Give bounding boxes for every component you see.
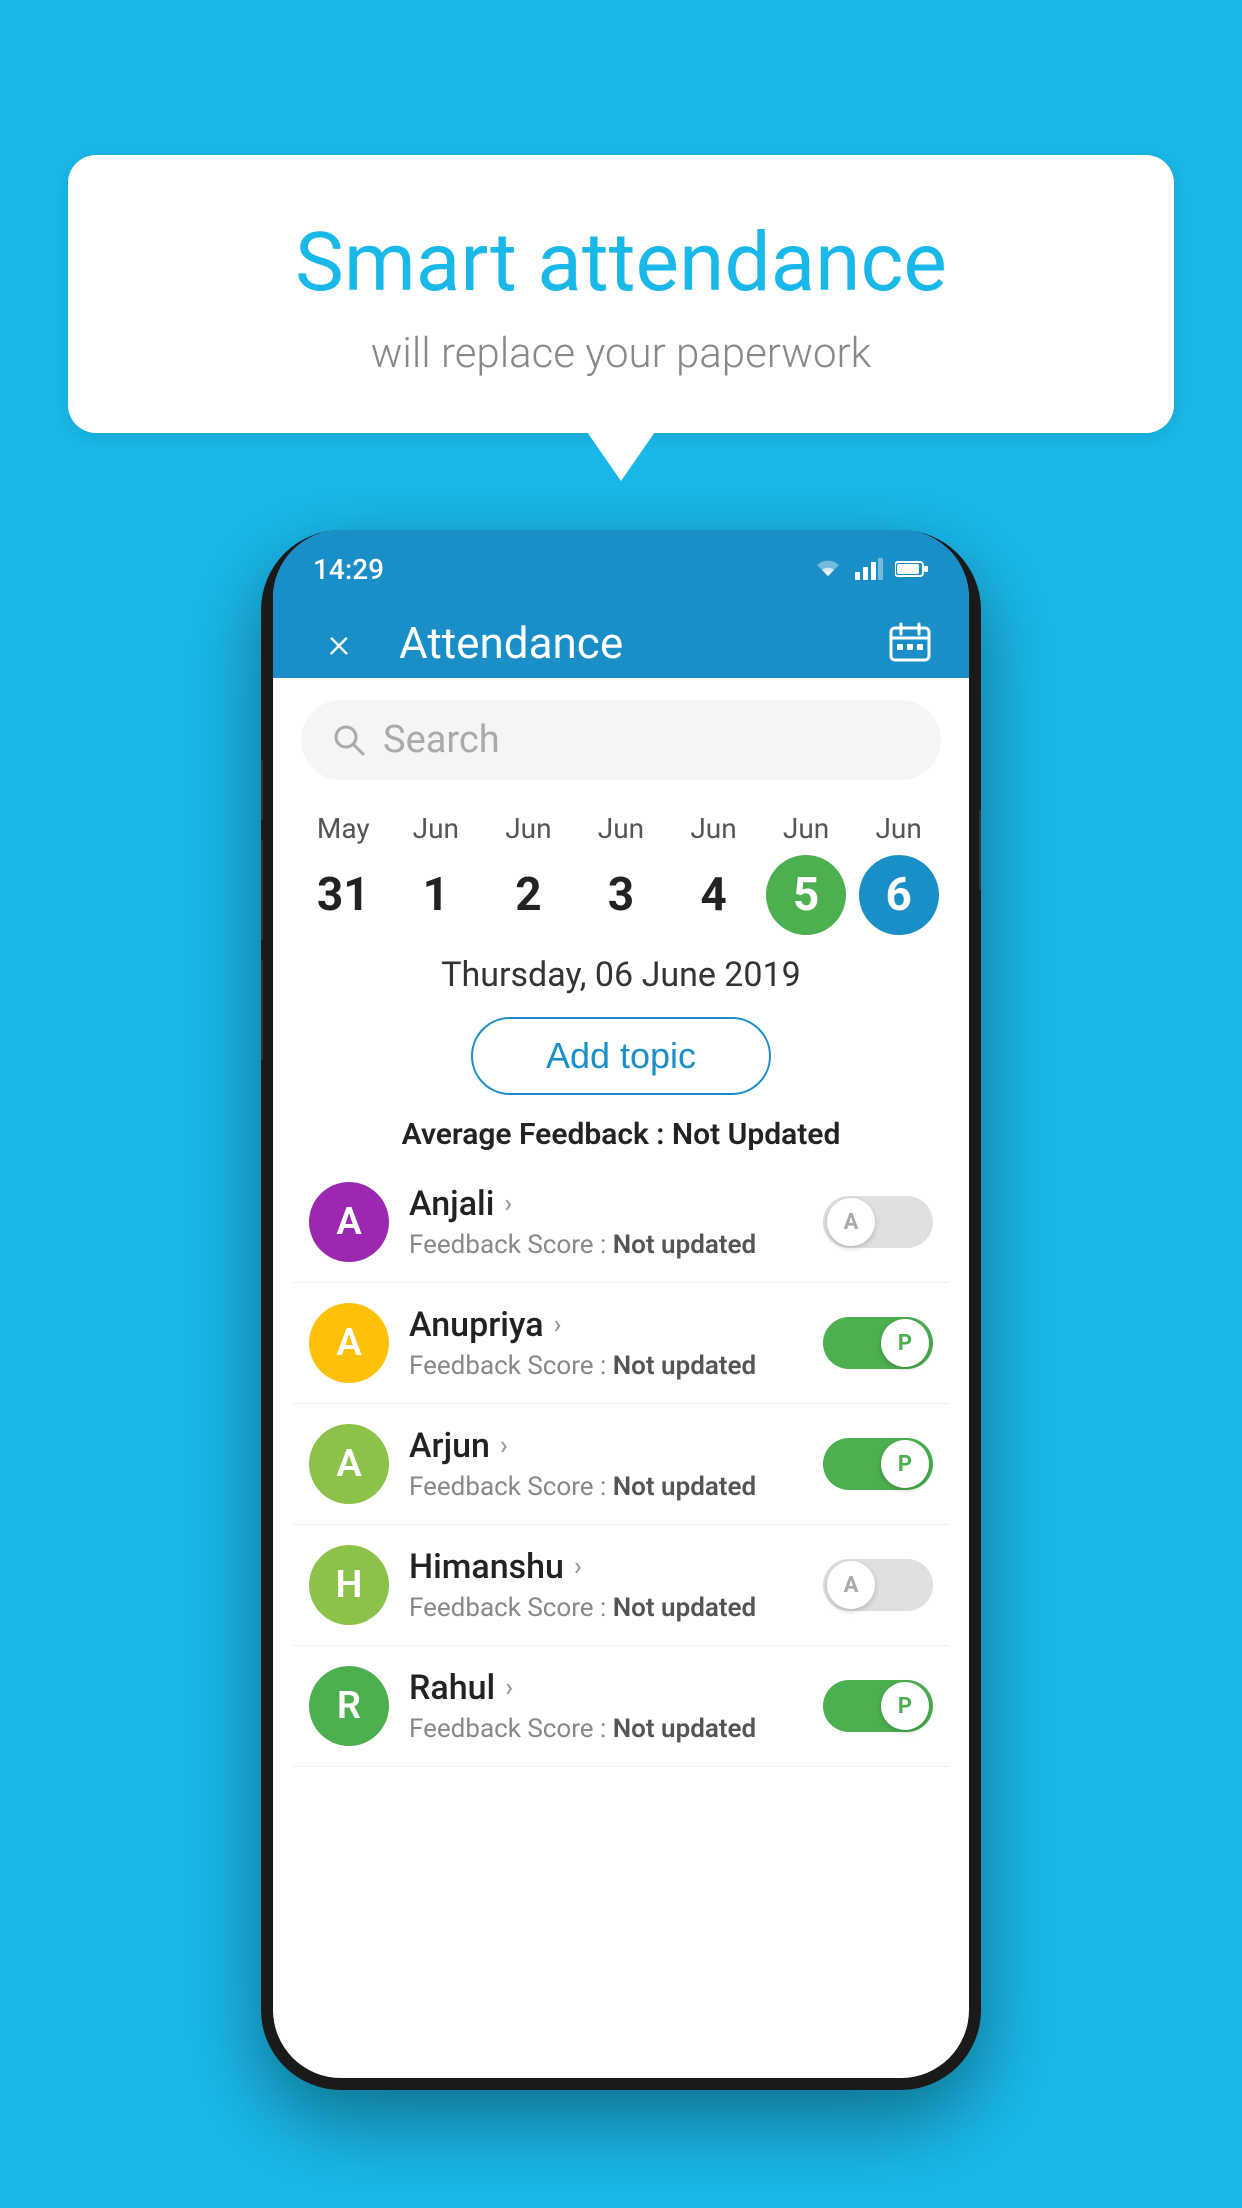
student-item-1: A Anupriya › Feedback Score : Not updated P	[293, 1283, 949, 1404]
student-feedback-1: Feedback Score : Not updated	[409, 1351, 803, 1381]
battery-icon	[895, 560, 929, 578]
calendar-date-2[interactable]: Jun2	[484, 812, 572, 935]
student-name-2[interactable]: Arjun ›	[409, 1426, 803, 1466]
student-feedback-2: Feedback Score : Not updated	[409, 1472, 803, 1502]
student-feedback-3: Feedback Score : Not updated	[409, 1593, 803, 1623]
close-button[interactable]: ×	[309, 619, 369, 668]
attendance-toggle-0[interactable]: A	[823, 1196, 933, 1248]
student-name-1[interactable]: Anupriya ›	[409, 1305, 803, 1345]
bubble-subtitle: will replace your paperwork	[108, 329, 1134, 378]
student-avatar-4: R	[309, 1666, 389, 1746]
calendar-date-5[interactable]: Jun5	[762, 812, 850, 935]
search-icon	[331, 722, 367, 758]
speech-bubble: Smart attendance will replace your paper…	[68, 155, 1174, 433]
attendance-toggle-2[interactable]: P	[823, 1438, 933, 1490]
volume-button-1	[261, 760, 263, 820]
phone-frame: 14:29	[261, 530, 981, 2090]
power-button	[979, 810, 981, 890]
status-time: 14:29	[313, 553, 384, 586]
attendance-toggle-3[interactable]: A	[823, 1559, 933, 1611]
student-name-4[interactable]: Rahul ›	[409, 1668, 803, 1708]
selected-date-label: Thursday, 06 June 2019	[273, 955, 969, 995]
student-item-4: R Rahul › Feedback Score : Not updated P	[293, 1646, 949, 1767]
calendar-row: May31Jun1Jun2Jun3Jun4Jun5Jun6	[273, 802, 969, 935]
search-bar[interactable]: Search	[301, 700, 941, 780]
phone-screen: 14:29	[273, 530, 969, 2078]
student-avatar-1: A	[309, 1303, 389, 1383]
average-feedback: Average Feedback : Not Updated	[273, 1117, 969, 1152]
calendar-date-4[interactable]: Jun4	[670, 812, 758, 935]
student-avatar-2: A	[309, 1424, 389, 1504]
attendance-toggle-1[interactable]: P	[823, 1317, 933, 1369]
bubble-title: Smart attendance	[108, 215, 1134, 311]
search-placeholder: Search	[383, 718, 500, 762]
student-item-0: A Anjali › Feedback Score : Not updated A	[293, 1162, 949, 1283]
student-item-3: H Himanshu › Feedback Score : Not updated A	[293, 1525, 949, 1646]
attendance-toggle-4[interactable]: P	[823, 1680, 933, 1732]
calendar-date-3[interactable]: Jun3	[577, 812, 665, 935]
student-avatar-0: A	[309, 1182, 389, 1262]
volume-button-2	[261, 840, 263, 940]
calendar-date-1[interactable]: Jun1	[392, 812, 480, 935]
header-title: Attendance	[399, 617, 887, 669]
student-name-3[interactable]: Himanshu ›	[409, 1547, 803, 1587]
status-bar: 14:29	[273, 530, 969, 608]
status-icons	[813, 558, 929, 580]
student-list: AAnjali ›Feedback Score : Not updatedAAA…	[273, 1162, 969, 1767]
calendar-date-31[interactable]: May31	[299, 812, 387, 935]
student-feedback-4: Feedback Score : Not updated	[409, 1714, 803, 1744]
student-feedback-0: Feedback Score : Not updated	[409, 1230, 803, 1260]
calendar-icon[interactable]	[887, 620, 933, 666]
speech-bubble-container: Smart attendance will replace your paper…	[68, 155, 1174, 433]
calendar-date-6[interactable]: Jun6	[855, 812, 943, 935]
volume-button-3	[261, 960, 263, 1060]
student-name-0[interactable]: Anjali ›	[409, 1184, 803, 1224]
student-avatar-3: H	[309, 1545, 389, 1625]
signal-icon	[855, 558, 883, 580]
add-topic-button[interactable]: Add topic	[471, 1017, 771, 1095]
student-item-2: A Arjun › Feedback Score : Not updated P	[293, 1404, 949, 1525]
wifi-icon	[813, 558, 843, 580]
